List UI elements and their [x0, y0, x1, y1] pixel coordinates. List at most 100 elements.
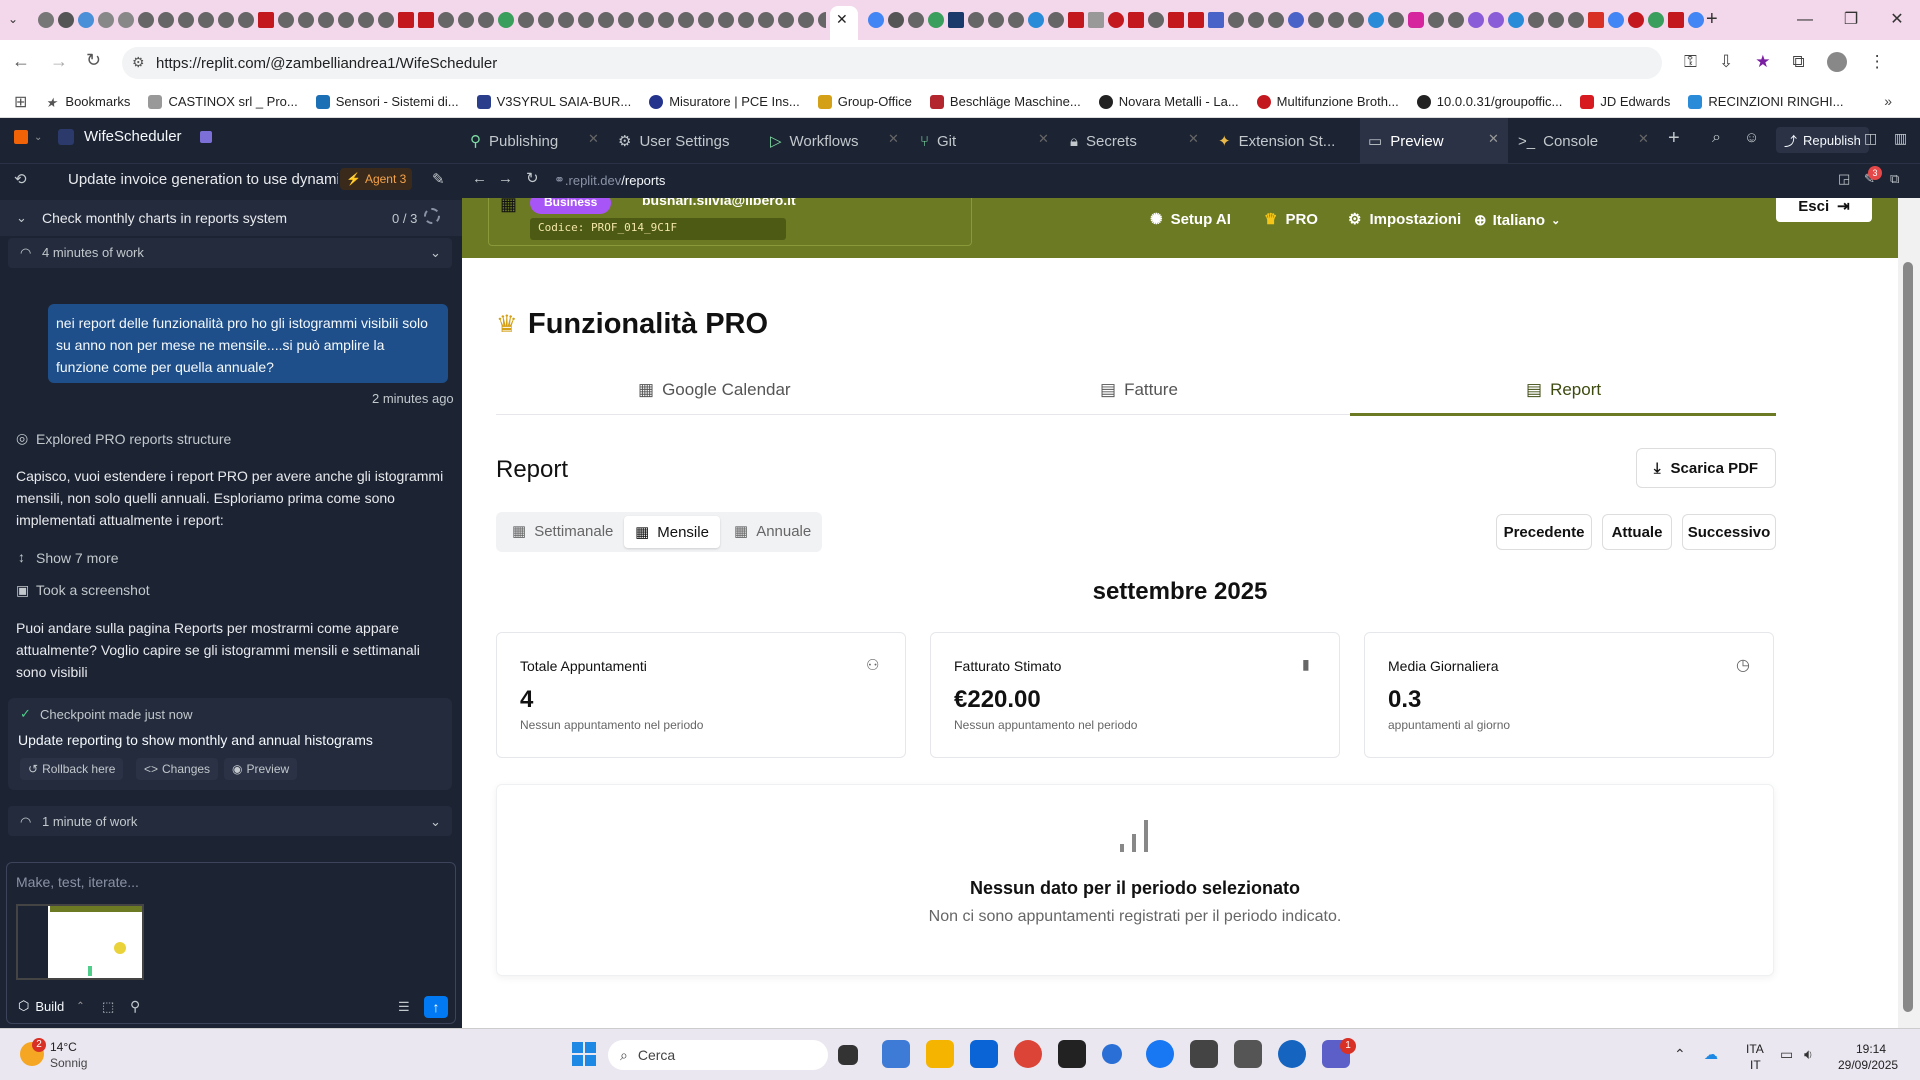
close-tab-icon[interactable]: ✕ [1488, 131, 1499, 147]
bookmark-item[interactable]: Sensori - Sistemi di... [315, 94, 459, 109]
install-app-icon[interactable]: ⇩ [1719, 52, 1733, 72]
apps-grid-icon[interactable]: ⊞ [14, 92, 27, 112]
bookmark-item[interactable]: RECINZIONI RINGHI... [1688, 94, 1843, 109]
onedrive-icon[interactable]: ☁ [1704, 1046, 1718, 1063]
rollback-button[interactable]: ↺ Rollback here [20, 758, 124, 780]
scrollbar-thumb[interactable] [1903, 262, 1913, 1012]
agent-badge[interactable]: ⚡ Agent 3 [340, 168, 413, 190]
chevron-down-icon[interactable]: ⌄ [430, 814, 441, 830]
address-bar[interactable]: ⚙ https://replit.com/@zambelliandrea1/Wi… [122, 47, 1662, 79]
bookmark-item[interactable]: Beschläge Maschine... [929, 94, 1081, 109]
language-select[interactable]: ⊕ Italiano ⌄ [1474, 211, 1560, 230]
republish-button[interactable]: ⤴ Republish [1776, 127, 1869, 153]
paperclip-icon[interactable]: ⚲ [130, 998, 140, 1015]
open-new-window-icon[interactable]: ⧉ [1890, 171, 1899, 187]
tab-console[interactable]: >_ Console [1518, 118, 1648, 164]
tab-icons-right[interactable] [866, 12, 1706, 28]
download-pdf-button[interactable]: ⤓ Scarica PDF [1636, 448, 1776, 488]
preview-forward-icon[interactable]: → [498, 170, 513, 187]
reload-icon[interactable]: ↻ [86, 50, 101, 71]
close-tab-icon[interactable]: ✕ [1638, 131, 1649, 147]
back-icon[interactable]: ← [12, 51, 30, 72]
preview-back-icon[interactable]: ← [472, 170, 487, 187]
logout-button[interactable]: Esci ⇥ [1776, 198, 1872, 222]
app-icon[interactable] [1278, 1040, 1306, 1068]
devices-icon[interactable]: ◫ [1864, 130, 1877, 147]
explored-label[interactable]: Explored PRO reports structure [36, 431, 231, 447]
volume-icon[interactable]: 🔉︎ [1804, 1046, 1813, 1063]
tab-list-button[interactable]: ⌄ [8, 12, 18, 26]
tab-preview[interactable]: ▭ Preview [1360, 118, 1508, 164]
preview-scrollbar[interactable] [1898, 198, 1920, 1028]
close-tab-icon[interactable]: ✕ [1188, 131, 1199, 147]
input-layout[interactable]: IT [1750, 1058, 1761, 1072]
search-app-icon[interactable] [1102, 1044, 1122, 1064]
period-yearly[interactable]: ▦ Annuale [734, 522, 811, 541]
tab-publishing[interactable]: ⚲ Publishing [470, 118, 602, 164]
invite-user-icon[interactable]: ☺ [1744, 129, 1759, 146]
bookmark-item[interactable]: Multifunzione Broth... [1256, 94, 1399, 109]
devtools-icon[interactable]: ◲ [1838, 171, 1850, 187]
period-monthly[interactable]: ▦ Mensile [624, 516, 720, 548]
select-element-icon[interactable]: ⬚ [102, 999, 114, 1015]
changes-button[interactable]: <> Changes [136, 758, 219, 780]
restore-icon[interactable]: ❐ [1828, 0, 1874, 40]
screenshot-thumbnail[interactable] [16, 904, 144, 980]
tray-chevron-icon[interactable]: ⌃ [1674, 1046, 1686, 1063]
bookmark-item[interactable]: 10.0.0.31/groupoffic... [1416, 94, 1562, 109]
close-tab-icon[interactable]: ✕ [836, 11, 848, 28]
chevron-down-icon[interactable]: ⌄ [430, 245, 441, 261]
bookmark-item[interactable]: ★ Bookmarks [45, 94, 130, 110]
nav-settings[interactable]: ⚙ Impostazioni [1348, 210, 1461, 229]
tab-extension-store[interactable]: ✦ Extension St... [1218, 118, 1368, 164]
site-info-icon[interactable]: ⚙ [132, 54, 145, 71]
tab-report[interactable]: ▤ Report [1526, 380, 1601, 400]
preview-reload-icon[interactable]: ↻ [526, 169, 539, 187]
period-weekly[interactable]: ▦ Settimanale [512, 522, 613, 541]
bookmark-star-icon[interactable]: ★ [1755, 52, 1770, 72]
password-key-icon[interactable]: ⚿ [1684, 52, 1697, 72]
facebook-icon[interactable] [1146, 1040, 1174, 1068]
next-button[interactable]: Successivo [1682, 514, 1776, 550]
current-button[interactable]: Attuale [1602, 514, 1672, 550]
close-tab-icon[interactable]: ✕ [888, 131, 899, 147]
close-window-icon[interactable]: ✕ [1874, 0, 1920, 40]
settings-sliders-icon[interactable]: ☰ [398, 999, 410, 1015]
tab-icons-left[interactable] [36, 12, 826, 28]
input-language[interactable]: ITA [1746, 1042, 1764, 1056]
task-view-icon[interactable] [838, 1045, 858, 1065]
replit-menu[interactable]: ⌄ [14, 130, 42, 144]
previous-button[interactable]: Precedente [1496, 514, 1592, 550]
chevron-down-icon[interactable]: ⌄ [16, 210, 27, 226]
clock-time[interactable]: 19:14 [1856, 1042, 1886, 1056]
more-bookmarks-icon[interactable]: » [1884, 93, 1892, 109]
screenshot-label[interactable]: Took a screenshot [36, 582, 150, 598]
close-tab-icon[interactable]: ✕ [588, 131, 599, 147]
bookmark-item[interactable]: JD Edwards [1580, 94, 1670, 109]
nav-pro[interactable]: ♛ PRO [1264, 210, 1318, 229]
chrome-icon[interactable] [1014, 1040, 1042, 1068]
tab-google-calendar[interactable]: ▦ Google Calendar [638, 380, 791, 400]
network-icon[interactable]: ▭ [1780, 1046, 1793, 1063]
bookmark-item[interactable]: Misuratore | PCE Ins... [649, 94, 800, 109]
m365-icon[interactable] [882, 1040, 910, 1068]
media-player-icon[interactable] [1234, 1040, 1262, 1068]
amazon-icon[interactable] [1058, 1040, 1086, 1068]
preview-url[interactable]: ⚭ .replit.dev/reports [554, 172, 665, 188]
tab-git[interactable]: ⑂ Git [920, 118, 1050, 164]
forward-icon[interactable]: → [50, 51, 68, 72]
browser-menu-icon[interactable]: ⋮ [1869, 52, 1886, 72]
profile-avatar[interactable] [1826, 52, 1847, 72]
start-button[interactable] [572, 1042, 596, 1066]
store-icon[interactable] [1190, 1040, 1218, 1068]
preview-button[interactable]: ◉ Preview [224, 758, 298, 780]
extensions-icon[interactable]: ⧉ [1792, 52, 1804, 72]
minimize-icon[interactable]: — [1782, 0, 1828, 40]
taskbar-search[interactable]: ⌕ Cerca [608, 1040, 828, 1070]
history-icon[interactable]: ⟲ [14, 170, 27, 188]
nav-setup-ai[interactable]: ✺ Setup AI [1150, 210, 1231, 229]
bookmark-item[interactable]: V3SYRUL SAIA-BUR... [476, 94, 631, 109]
clock-date[interactable]: 29/09/2025 [1838, 1058, 1898, 1072]
close-tab-icon[interactable]: ✕ [1038, 131, 1049, 147]
chat-input-placeholder[interactable]: Make, test, iterate... [16, 874, 139, 890]
